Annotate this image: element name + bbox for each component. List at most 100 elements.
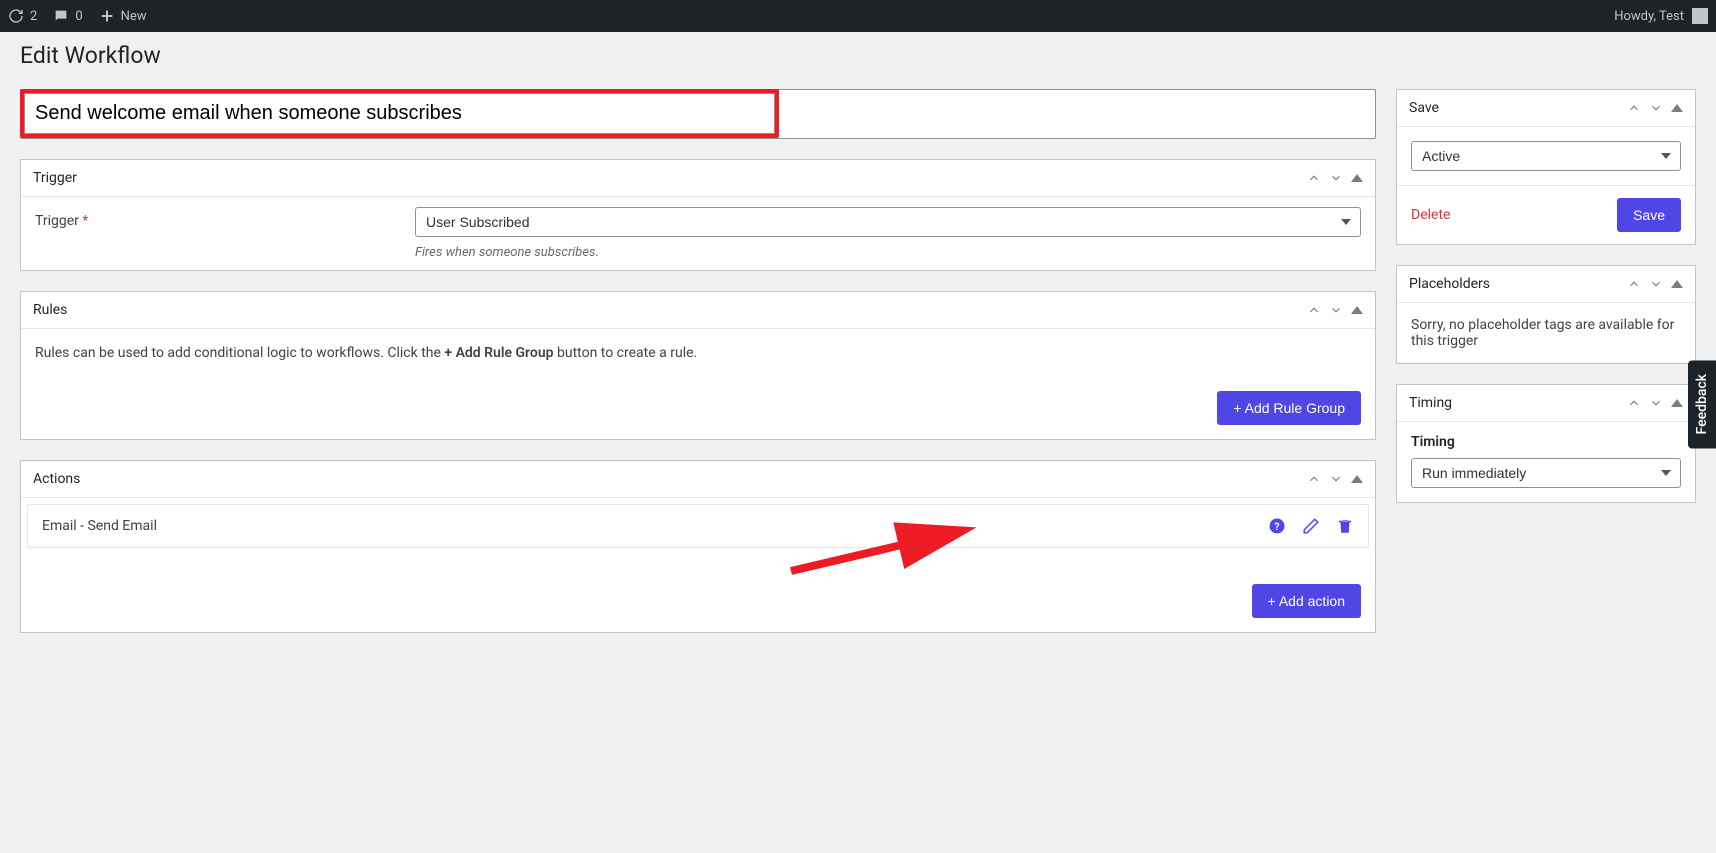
workflow-title-input[interactable] bbox=[24, 93, 775, 134]
timing-panel-header: Timing bbox=[1397, 385, 1695, 422]
save-panel: Save Active Delete Save bbox=[1396, 89, 1696, 245]
collapse-toggle-icon[interactable] bbox=[1671, 104, 1683, 112]
main-column: Trigger Trigger * User Subscribed bbox=[20, 89, 1376, 653]
rules-description: Rules can be used to add conditional log… bbox=[35, 341, 1361, 373]
save-panel-header: Save bbox=[1397, 90, 1695, 127]
comments-item[interactable]: 0 bbox=[53, 8, 82, 24]
collapse-toggle-icon[interactable] bbox=[1671, 280, 1683, 288]
delete-link[interactable]: Delete bbox=[1411, 207, 1450, 223]
add-rule-group-button[interactable]: + Add Rule Group bbox=[1217, 391, 1361, 425]
refresh-icon bbox=[8, 8, 24, 24]
trigger-label: Trigger * bbox=[35, 207, 415, 260]
required-asterisk: * bbox=[82, 213, 88, 229]
collapse-toggle-icon[interactable] bbox=[1351, 475, 1363, 483]
chevron-down-icon[interactable] bbox=[1329, 472, 1343, 486]
actions-panel-title: Actions bbox=[33, 471, 80, 487]
chevron-down-icon[interactable] bbox=[1329, 303, 1343, 317]
page-wrap: Trigger Trigger * User Subscribed bbox=[0, 69, 1716, 673]
rules-desc-suffix: button to create a rule. bbox=[554, 345, 698, 361]
trigger-panel: Trigger Trigger * User Subscribed bbox=[20, 159, 1376, 271]
action-item-label: Email - Send Email bbox=[42, 518, 157, 534]
edit-icon[interactable] bbox=[1302, 517, 1320, 535]
title-highlight-box bbox=[20, 89, 779, 138]
chevron-up-icon[interactable] bbox=[1627, 101, 1641, 115]
action-item: Email - Send Email ? bbox=[27, 504, 1369, 548]
refresh-count: 2 bbox=[30, 9, 37, 24]
panel-controls bbox=[1307, 303, 1363, 317]
save-panel-body: Active bbox=[1397, 127, 1695, 185]
trash-icon[interactable] bbox=[1336, 517, 1354, 535]
panel-controls bbox=[1307, 171, 1363, 185]
svg-text:?: ? bbox=[1274, 520, 1279, 533]
timing-select[interactable]: Run immediately bbox=[1411, 458, 1681, 488]
panel-controls bbox=[1627, 396, 1683, 410]
new-label: New bbox=[121, 9, 147, 24]
collapse-toggle-icon[interactable] bbox=[1671, 399, 1683, 407]
trigger-form-row: Trigger * User Subscribed Fires when som… bbox=[21, 197, 1375, 270]
actions-panel-header: Actions bbox=[21, 461, 1375, 498]
admin-bar-right[interactable]: Howdy, Test bbox=[1614, 8, 1708, 24]
placeholders-panel-header: Placeholders bbox=[1397, 266, 1695, 303]
rules-panel-header: Rules bbox=[21, 292, 1375, 329]
save-footer: Delete Save bbox=[1397, 185, 1695, 244]
trigger-select[interactable]: User Subscribed bbox=[415, 207, 1361, 237]
page-title: Edit Workflow bbox=[20, 42, 1696, 69]
panel-controls bbox=[1627, 101, 1683, 115]
admin-bar-left: 2 0 New bbox=[8, 8, 147, 24]
save-button[interactable]: Save bbox=[1617, 198, 1681, 232]
trigger-label-text: Trigger bbox=[35, 213, 79, 229]
placeholders-panel-title: Placeholders bbox=[1409, 276, 1490, 292]
timing-field-label: Timing bbox=[1397, 422, 1695, 450]
trigger-helper-text: Fires when someone subscribes. bbox=[415, 245, 1361, 260]
collapse-toggle-icon[interactable] bbox=[1351, 174, 1363, 182]
chevron-down-icon[interactable] bbox=[1649, 101, 1663, 115]
chevron-up-icon[interactable] bbox=[1307, 303, 1321, 317]
chevron-down-icon[interactable] bbox=[1329, 171, 1343, 185]
chevron-up-icon[interactable] bbox=[1307, 472, 1321, 486]
placeholders-empty-text: Sorry, no placeholder tags are available… bbox=[1411, 317, 1674, 349]
placeholders-panel: Placeholders Sorry, no placeholder tags … bbox=[1396, 265, 1696, 364]
feedback-tab[interactable]: Feedback bbox=[1688, 360, 1716, 448]
placeholders-panel-body: Sorry, no placeholder tags are available… bbox=[1397, 303, 1695, 363]
chevron-down-icon[interactable] bbox=[1649, 277, 1663, 291]
rules-panel: Rules Rules can be used to add condition… bbox=[20, 291, 1376, 440]
title-outer bbox=[20, 89, 1376, 139]
panel-controls bbox=[1307, 472, 1363, 486]
page-title-wrap: Edit Workflow bbox=[0, 32, 1716, 69]
save-panel-title: Save bbox=[1409, 100, 1439, 116]
trigger-select-wrap: User Subscribed bbox=[415, 207, 1361, 237]
status-select-wrap: Active bbox=[1411, 141, 1681, 171]
rules-desc-prefix: Rules can be used to add conditional log… bbox=[35, 345, 444, 361]
status-select[interactable]: Active bbox=[1411, 141, 1681, 171]
actions-button-row: + Add action bbox=[21, 554, 1375, 632]
chevron-up-icon[interactable] bbox=[1627, 277, 1641, 291]
comment-count: 0 bbox=[75, 9, 82, 24]
refresh-item[interactable]: 2 bbox=[8, 8, 37, 24]
timing-panel: Timing Timing Run immediately bbox=[1396, 384, 1696, 503]
comment-icon bbox=[53, 8, 69, 24]
trigger-field: User Subscribed Fires when someone subsc… bbox=[415, 207, 1361, 260]
side-column: Save Active Delete Save bbox=[1396, 89, 1696, 523]
trigger-panel-title: Trigger bbox=[33, 170, 77, 186]
admin-bar: 2 0 New Howdy, Test bbox=[0, 0, 1716, 32]
chevron-up-icon[interactable] bbox=[1307, 171, 1321, 185]
action-item-icons: ? bbox=[1268, 517, 1354, 535]
plus-icon bbox=[99, 8, 115, 24]
avatar[interactable] bbox=[1692, 8, 1708, 24]
panel-controls bbox=[1627, 277, 1683, 291]
rules-panel-title: Rules bbox=[33, 302, 67, 318]
rules-panel-body: Rules can be used to add conditional log… bbox=[21, 329, 1375, 385]
help-icon[interactable]: ? bbox=[1268, 517, 1286, 535]
chevron-up-icon[interactable] bbox=[1627, 396, 1641, 410]
add-action-button[interactable]: + Add action bbox=[1252, 584, 1361, 618]
actions-panel: Actions Email - Send Email ? bbox=[20, 460, 1376, 633]
timing-panel-title: Timing bbox=[1409, 395, 1452, 411]
rules-desc-bold: + Add Rule Group bbox=[444, 345, 553, 361]
trigger-panel-header: Trigger bbox=[21, 160, 1375, 197]
collapse-toggle-icon[interactable] bbox=[1351, 306, 1363, 314]
chevron-down-icon[interactable] bbox=[1649, 396, 1663, 410]
timing-select-wrap: Run immediately bbox=[1397, 458, 1695, 502]
greeting-text: Howdy, Test bbox=[1614, 9, 1684, 24]
rules-button-row: + Add Rule Group bbox=[21, 385, 1375, 439]
new-item[interactable]: New bbox=[99, 8, 147, 24]
